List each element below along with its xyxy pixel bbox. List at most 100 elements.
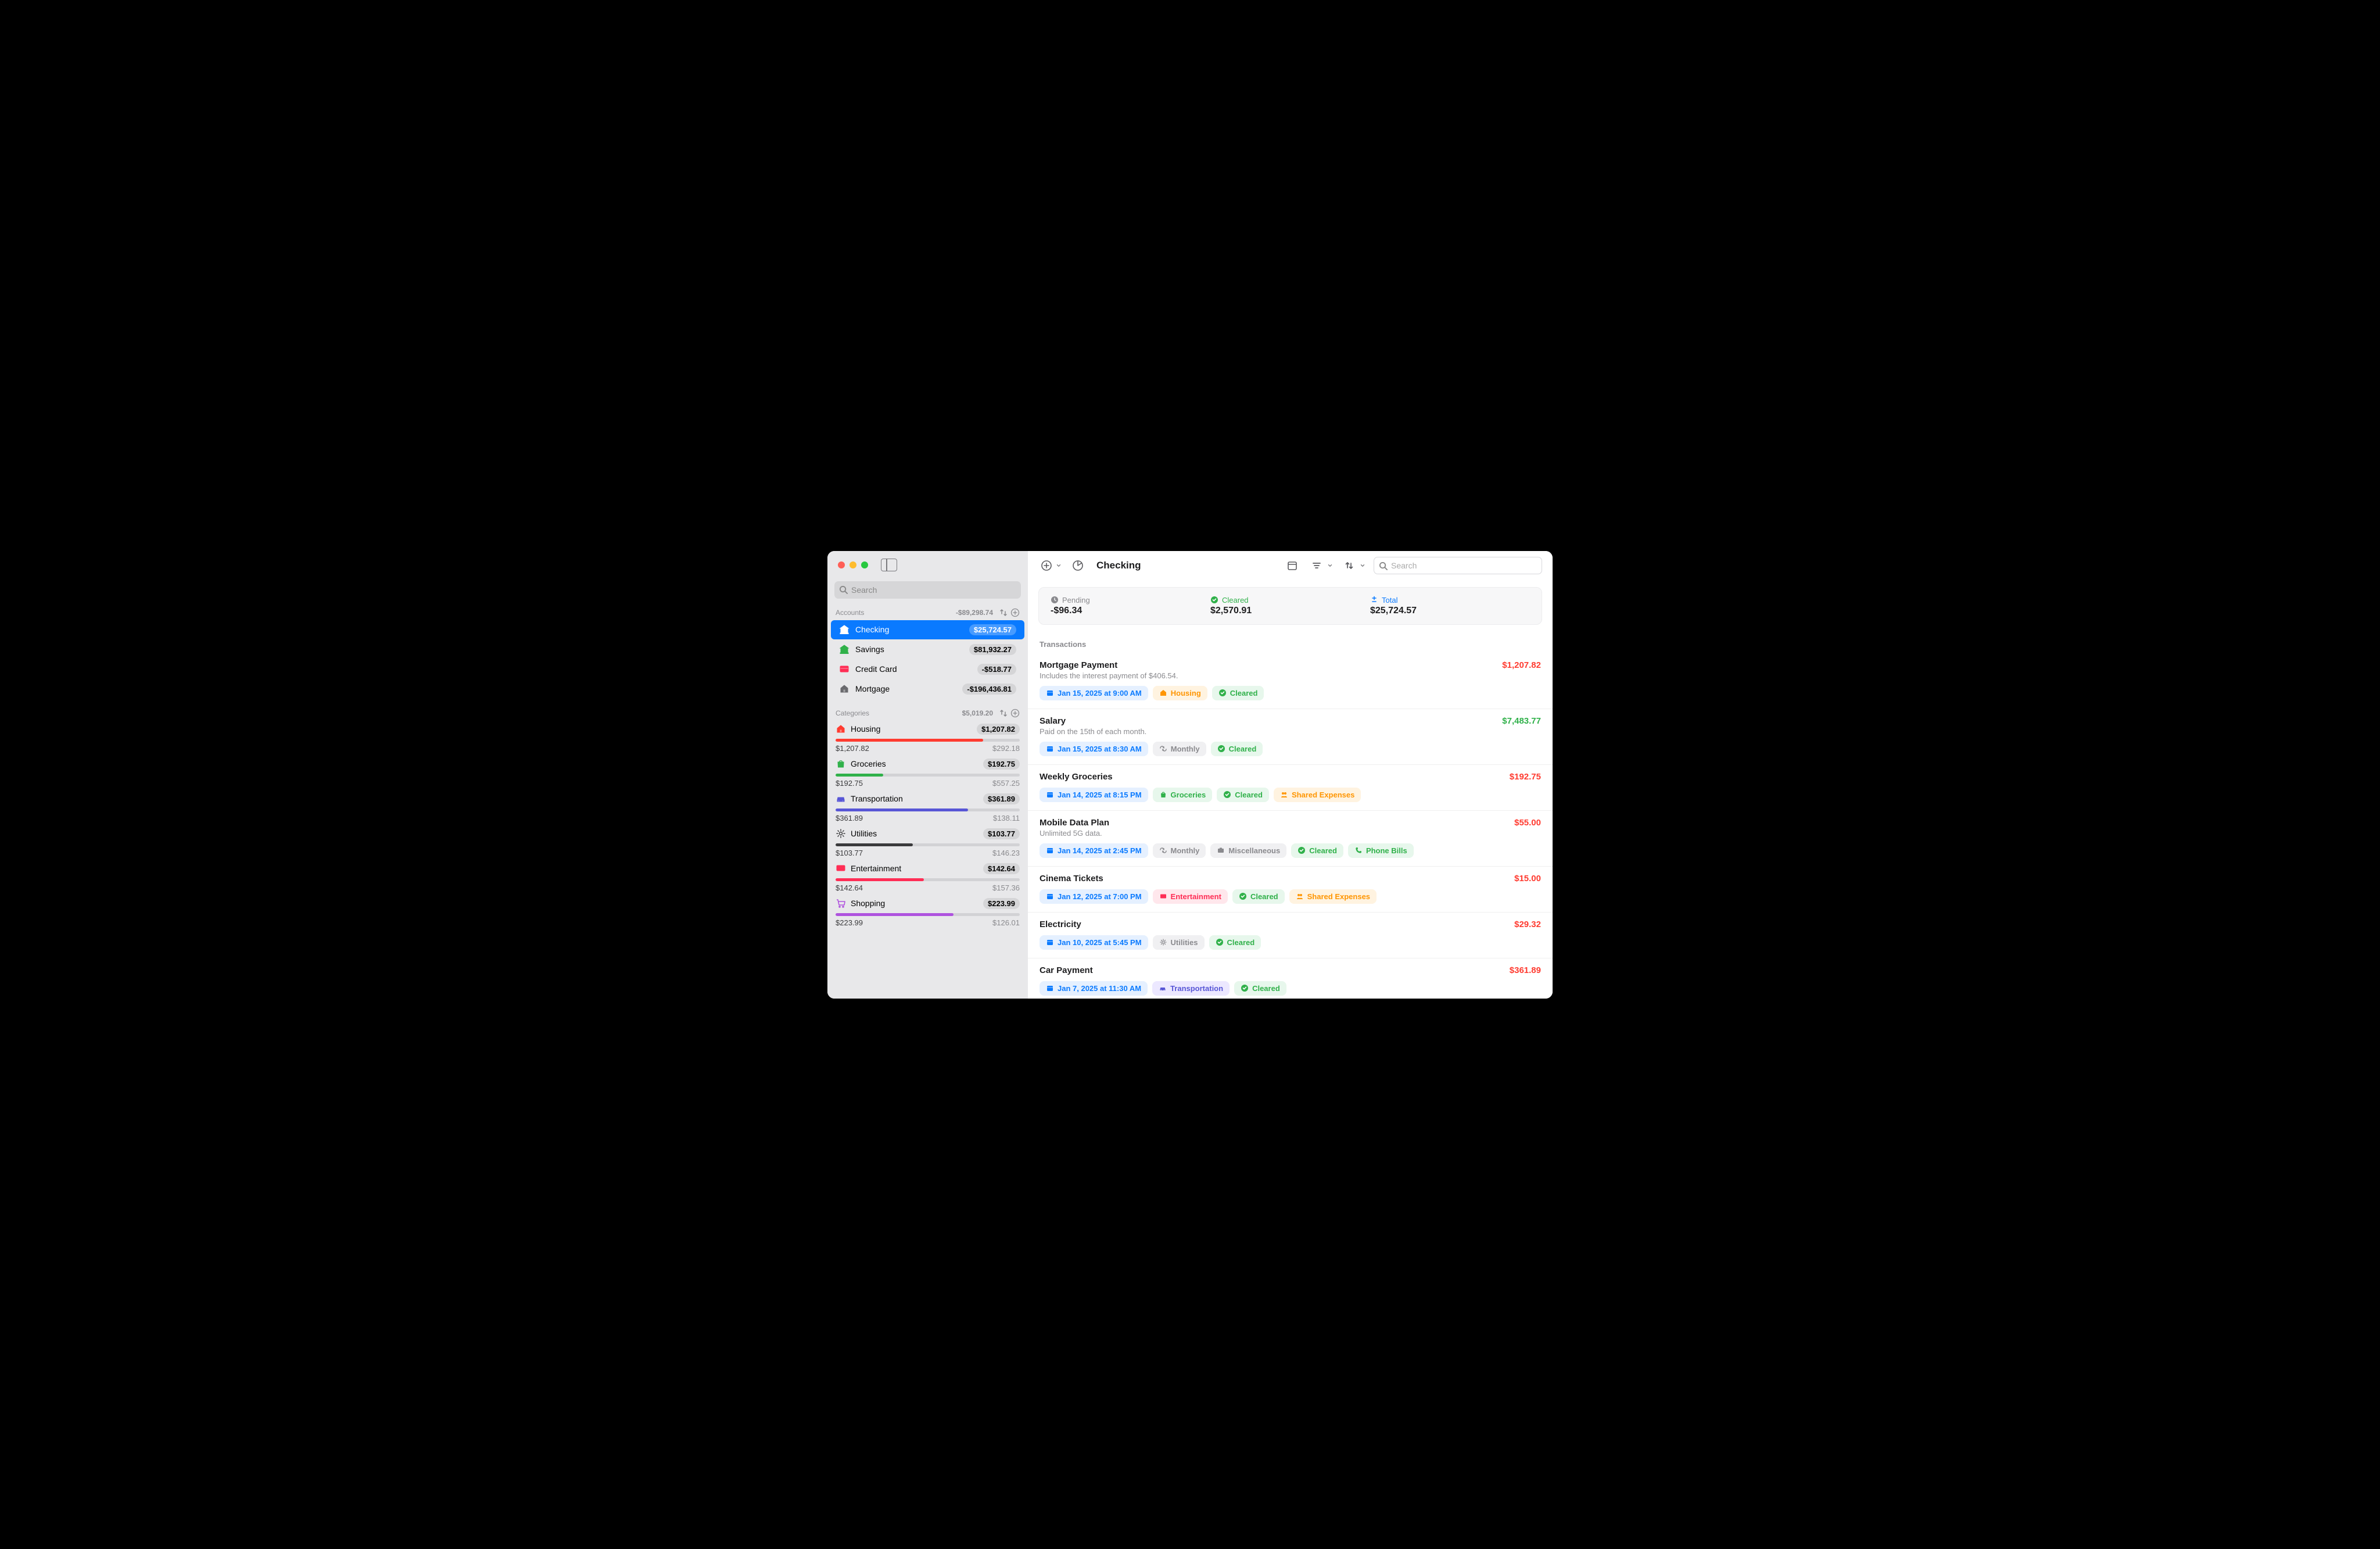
account-row-savings[interactable]: Savings$81,932.27 <box>831 640 1024 659</box>
total-label: Total <box>1370 596 1530 604</box>
transaction-row[interactable]: Cinema Tickets$15.00 Jan 12, 2025 at 7:00… <box>1028 867 1553 913</box>
calendar-button[interactable] <box>1284 557 1300 574</box>
category-housing[interactable]: Housing$1,207.82$1,207.82$292.18 <box>827 720 1028 755</box>
tag-transportation[interactable]: Transportation <box>1152 981 1230 996</box>
account-name: Mortgage <box>855 684 956 693</box>
tag-cleared[interactable]: Cleared <box>1212 686 1264 700</box>
chevron-down-icon[interactable] <box>1360 563 1365 568</box>
account-name: Savings <box>855 645 963 654</box>
tag-cleared[interactable]: Cleared <box>1217 788 1269 802</box>
filter-button[interactable] <box>1309 557 1325 574</box>
category-name: Transportation <box>851 794 978 803</box>
tag-date[interactable]: Jan 7, 2025 at 11:30 AM <box>1040 981 1148 996</box>
tag-date[interactable]: Jan 14, 2025 at 2:45 PM <box>1040 843 1148 858</box>
add-account-icon[interactable] <box>1010 608 1020 617</box>
transaction-amount: $361.89 <box>1510 965 1541 975</box>
progress-bar <box>836 843 1020 846</box>
tag-date[interactable]: Jan 15, 2025 at 8:30 AM <box>1040 742 1148 756</box>
transaction-title: Cinema Tickets <box>1040 874 1514 883</box>
transaction-row[interactable]: Weekly Groceries$192.75 Jan 14, 2025 at 8… <box>1028 765 1553 811</box>
tag-cleared[interactable]: Cleared <box>1234 981 1286 996</box>
report-button[interactable] <box>1070 557 1086 574</box>
summary-card: Pending -$96.34 Cleared $2,570.91 Total <box>1038 587 1542 625</box>
category-name: Housing <box>851 724 972 734</box>
sidebar-search-input[interactable] <box>851 585 1016 595</box>
main-search[interactable] <box>1374 557 1542 574</box>
category-spent: $192.75 <box>836 779 863 788</box>
accounts-section-header: Accounts -$89,298.74 <box>827 604 1028 620</box>
transaction-row[interactable]: Salary$7,483.77Paid on the 15th of each … <box>1028 709 1553 765</box>
transaction-row[interactable]: Electricity$29.32Jan 10, 2025 at 5:45 PM… <box>1028 913 1553 958</box>
tag-utilities[interactable]: Utilities <box>1153 935 1205 950</box>
category-entertainment[interactable]: Entertainment$142.64$142.64$157.36 <box>827 860 1028 895</box>
transaction-amount: $7,483.77 <box>1502 716 1541 726</box>
add-button[interactable] <box>1038 557 1055 574</box>
transaction-title: Salary <box>1040 716 1502 726</box>
titlebar <box>827 551 1028 579</box>
transaction-row[interactable]: Car Payment$361.89Jan 7, 2025 at 11:30 A… <box>1028 958 1553 999</box>
account-amount: $25,724.57 <box>969 624 1016 635</box>
main-search-input[interactable] <box>1391 561 1537 570</box>
summary-total: Total $25,724.57 <box>1370 596 1530 616</box>
transaction-title: Weekly Groceries <box>1040 772 1510 782</box>
sort-icon[interactable] <box>999 608 1008 617</box>
cart-icon <box>836 898 846 908</box>
progress-bar <box>836 809 1020 811</box>
category-name: Shopping <box>851 899 978 908</box>
category-spent: $142.64 <box>836 883 863 892</box>
clock-icon <box>1051 596 1059 604</box>
tag-date[interactable]: Jan 15, 2025 at 9:00 AM <box>1040 686 1148 700</box>
transaction-row[interactable]: Mortgage Payment$1,207.82Includes the in… <box>1028 653 1553 709</box>
summary-pending: Pending -$96.34 <box>1051 596 1210 616</box>
sidebar-search[interactable] <box>834 581 1021 599</box>
transaction-amount: $1,207.82 <box>1502 660 1541 670</box>
category-remaining: $557.25 <box>992 779 1020 788</box>
sort-icon[interactable] <box>999 709 1008 718</box>
minimize-window-button[interactable] <box>850 561 856 568</box>
bank-icon <box>839 624 850 635</box>
tag-date[interactable]: Jan 14, 2025 at 8:15 PM <box>1040 788 1148 802</box>
category-groceries[interactable]: Groceries$192.75$192.75$557.25 <box>827 755 1028 790</box>
transactions-list: Mortgage Payment$1,207.82Includes the in… <box>1028 653 1553 999</box>
tag-monthly[interactable]: Monthly <box>1153 742 1206 756</box>
tag-date[interactable]: Jan 12, 2025 at 7:00 PM <box>1040 889 1148 904</box>
account-amount: -$518.77 <box>977 664 1016 675</box>
tag-cleared[interactable]: Cleared <box>1211 742 1263 756</box>
tag-groceries[interactable]: Groceries <box>1153 788 1213 802</box>
transaction-row[interactable]: Mobile Data Plan$55.00Unlimited 5G data.… <box>1028 811 1553 867</box>
close-window-button[interactable] <box>838 561 845 568</box>
add-category-icon[interactable] <box>1010 709 1020 718</box>
fullscreen-window-button[interactable] <box>861 561 868 568</box>
account-row-credit-card[interactable]: Credit Card-$518.77 <box>831 660 1024 679</box>
tag-misc[interactable]: Miscellaneous <box>1210 843 1286 858</box>
accounts-total: -$89,298.74 <box>956 609 993 617</box>
chevron-down-icon[interactable] <box>1327 563 1333 568</box>
main: Checking <box>1028 551 1553 999</box>
tag-entertainment[interactable]: Entertainment <box>1153 889 1228 904</box>
tag-cleared[interactable]: Cleared <box>1209 935 1261 950</box>
tag-housing[interactable]: Housing <box>1153 686 1207 700</box>
tag-phone[interactable]: Phone Bills <box>1348 843 1414 858</box>
tag-monthly[interactable]: Monthly <box>1153 843 1206 858</box>
category-badge: $223.99 <box>983 898 1020 909</box>
category-transportation[interactable]: Transportation$361.89$361.89$138.11 <box>827 790 1028 825</box>
category-spent: $1,207.82 <box>836 744 869 753</box>
transaction-amount: $15.00 <box>1514 874 1541 883</box>
transaction-amount: $192.75 <box>1510 772 1541 782</box>
tag-date[interactable]: Jan 10, 2025 at 5:45 PM <box>1040 935 1148 950</box>
account-row-mortgage[interactable]: Mortgage-$196,436.81 <box>831 679 1024 699</box>
sidebar-toggle-icon[interactable] <box>881 559 897 571</box>
sort-button[interactable] <box>1341 557 1357 574</box>
category-remaining: $146.23 <box>992 849 1020 857</box>
house-icon <box>836 724 846 734</box>
transaction-tags: Jan 15, 2025 at 9:00 AM Housing Cleared <box>1040 686 1541 700</box>
category-shopping[interactable]: Shopping$223.99$223.99$126.01 <box>827 895 1028 929</box>
tag-shared[interactable]: Shared Expenses <box>1274 788 1361 802</box>
tag-cleared[interactable]: Cleared <box>1232 889 1285 904</box>
tag-shared[interactable]: Shared Expenses <box>1289 889 1377 904</box>
progress-bar <box>836 913 1020 916</box>
chevron-down-icon[interactable] <box>1056 563 1062 568</box>
account-row-checking[interactable]: Checking$25,724.57 <box>831 620 1024 639</box>
category-utilities[interactable]: Utilities$103.77$103.77$146.23 <box>827 825 1028 860</box>
tag-cleared[interactable]: Cleared <box>1291 843 1343 858</box>
